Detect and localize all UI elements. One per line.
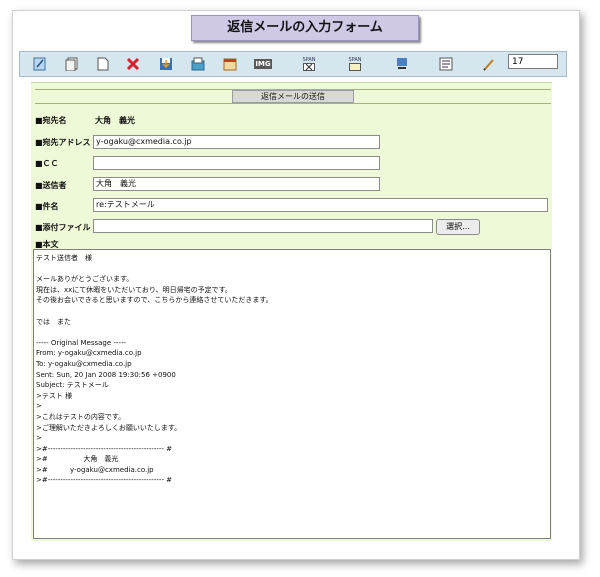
cc-label: ■ＣＣ	[35, 159, 59, 168]
folder-icon[interactable]	[190, 56, 205, 71]
copy-icon[interactable]	[64, 56, 79, 71]
pen-icon[interactable]	[481, 56, 496, 71]
subject-field[interactable]: re:テストメール	[93, 198, 548, 212]
browse-button[interactable]: 選択...	[436, 219, 480, 235]
message-body-textarea[interactable]: テスト送信者 様 メールありがとうございます。 現在は、xxにて休暇をいただいて…	[33, 249, 551, 539]
delete-icon[interactable]	[125, 56, 140, 71]
page-title: 返信メールの入力フォーム	[191, 15, 419, 41]
calendar-icon[interactable]	[222, 56, 237, 71]
sender-label: ■送信者	[35, 181, 67, 190]
img-icon[interactable]: IMG	[254, 56, 272, 71]
to-name-label: ■宛先名	[35, 116, 67, 125]
to-address-field[interactable]: y-ogaku@cxmedia.co.jp	[93, 135, 380, 149]
zoom-input[interactable]: 17	[508, 54, 558, 69]
span-icon[interactable]: SPAN	[346, 56, 364, 71]
subject-label: ■件名	[35, 202, 59, 211]
text-icon[interactable]	[438, 56, 453, 71]
attachment-icon[interactable]	[394, 56, 409, 71]
editor-toolbar: IMG SPAN SPAN	[19, 51, 567, 77]
attachment-field[interactable]	[93, 219, 433, 233]
cc-field[interactable]	[93, 156, 380, 170]
edit-note-icon[interactable]	[32, 56, 47, 71]
sender-field[interactable]: 大角 義光	[93, 177, 380, 191]
img-icon-label: IMG	[254, 58, 272, 69]
section-title: 返信メールの送信	[232, 90, 354, 103]
span-x-icon[interactable]: SPAN	[300, 56, 318, 71]
document-icon[interactable]	[95, 56, 110, 71]
to-name-value: 大角 義光	[95, 116, 135, 125]
attachment-label: ■添付ファイル	[35, 223, 91, 232]
to-address-label: ■宛先アドレス	[35, 138, 91, 147]
save-icon[interactable]	[158, 56, 173, 71]
